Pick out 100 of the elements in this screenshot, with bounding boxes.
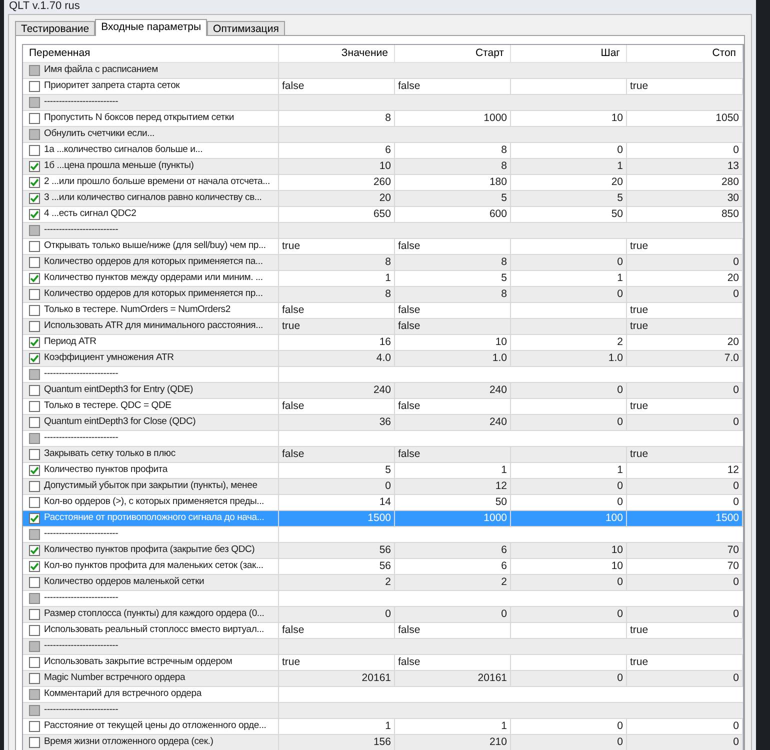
table-row[interactable]: ------------------------- [23, 591, 743, 607]
tab[interactable]: Тестирование [15, 21, 96, 35]
table-cell-text: 20 [727, 270, 739, 286]
parameter-label: Коэффициент умножения ATR [44, 351, 174, 366]
checkbox[interactable] [29, 161, 40, 172]
table-row[interactable]: Использовать реальный стоплосс вместо виртуал... false false true [23, 623, 743, 639]
table-row[interactable]: ------------------------- [23, 639, 743, 655]
table-row[interactable]: Комментарий для встречного ордера [23, 687, 743, 703]
table-cell-text: 0 [733, 254, 739, 270]
checkbox[interactable] [29, 113, 40, 124]
table-row[interactable]: Кол-во ордеров (>), с которых применяется преды... 14 50 0 0 [23, 495, 743, 511]
table-cell-text: 56 [379, 542, 391, 558]
table-row[interactable]: 1а ...количество сигналов больше и... 6 8 0 0 [23, 143, 743, 159]
table-row[interactable]: Пропустить N боксов перед открытием сетки 8 1000 10 1050 [23, 111, 743, 127]
table-row[interactable]: Количество пунктов профита 5 1 1 12 [23, 463, 743, 479]
table-row[interactable]: Обнулить счетчики если... [23, 127, 743, 143]
checkbox[interactable] [29, 449, 40, 460]
table-cell-text: 50 [611, 206, 623, 222]
table-row[interactable]: Использовать ATR для минимального расстояния... true false true [23, 319, 743, 335]
checkbox[interactable] [29, 193, 40, 204]
checkbox[interactable] [29, 465, 40, 476]
table-cell-text: 0 [617, 670, 623, 686]
checkbox[interactable] [29, 417, 40, 428]
table-cell-text: 20 [379, 190, 391, 206]
checkbox[interactable] [29, 497, 40, 508]
table-row[interactable]: Период ATR 16 10 2 20 [23, 335, 743, 351]
table-cell-text: 1 [617, 158, 623, 174]
checkbox[interactable] [29, 401, 40, 412]
checkbox[interactable] [29, 609, 40, 620]
parameter-label: 1б ...цена прошла меньше (пункты) [44, 159, 194, 174]
parameter-label: Пропустить N боксов перед открытием сетки [44, 111, 234, 126]
checkbox[interactable] [29, 561, 40, 572]
checkbox[interactable] [29, 81, 40, 92]
column-header[interactable]: Старт [395, 45, 511, 62]
table-row[interactable]: Время жизни отложенного ордера (сек.) 156 210 0 0 [23, 735, 743, 750]
table-row[interactable]: Количество ордеров маленькой сетки 2 2 0 0 [23, 575, 743, 591]
table-cell-text: 240 [489, 382, 507, 398]
table-row[interactable]: Имя файла с расписанием [23, 63, 743, 79]
column-header[interactable]: Переменная [23, 45, 279, 62]
table-row[interactable]: 1б ...цена прошла меньше (пункты) 10 8 1 13 [23, 159, 743, 175]
table-row[interactable]: ------------------------- [23, 95, 743, 111]
checkbox[interactable] [29, 305, 40, 316]
checkbox[interactable] [29, 481, 40, 492]
column-header[interactable]: Стоп [627, 45, 743, 62]
table-cell-text: 0 [501, 606, 507, 622]
checkbox[interactable] [29, 177, 40, 188]
checkbox[interactable] [29, 337, 40, 348]
table-row[interactable]: ------------------------- [23, 223, 743, 239]
checkbox[interactable] [29, 273, 40, 284]
table-row[interactable]: ------------------------- [23, 703, 743, 719]
table-cell-text: 0 [617, 142, 623, 158]
table-row[interactable]: Открывать только выше/ниже (для sell/buy) чем пр... true false true [23, 239, 743, 255]
table-row[interactable]: 4 ...есть сигнал QDC2 650 600 50 850 [23, 207, 743, 223]
checkbox[interactable] [29, 209, 40, 220]
table-cell-text: 0 [733, 494, 739, 510]
checkbox[interactable] [29, 513, 40, 524]
tab[interactable]: Оптимизация [207, 21, 285, 35]
table-row[interactable]: Количество пунктов между ордерами или миним. ... 1 5 1 20 [23, 271, 743, 287]
checkbox[interactable] [29, 673, 40, 684]
table-row[interactable]: Использовать закрытие встречным ордером true false true [23, 655, 743, 671]
table-row[interactable]: Quantum eintDepth3 for Entry (QDE) 240 240 0 0 [23, 383, 743, 399]
table-row[interactable]: Quantum eintDepth3 for Close (QDC) 36 240 0 0 [23, 415, 743, 431]
checkbox[interactable] [29, 737, 40, 748]
table-row[interactable]: Magic Number встречного ордера 20161 20161 0 0 [23, 671, 743, 687]
table-row[interactable]: Кол-во пунктов профита для маленьких сеток (зак... 56 6 10 70 [23, 559, 743, 575]
checkbox[interactable] [29, 625, 40, 636]
checkbox[interactable] [29, 241, 40, 252]
table-row[interactable]: Закрывать сетку только в плюс false false true [23, 447, 743, 463]
checkbox[interactable] [29, 321, 40, 332]
table-row[interactable]: Количество пунктов профита (закрытие без QDC) 56 6 10 70 [23, 543, 743, 559]
checkbox[interactable] [29, 385, 40, 396]
table-row[interactable]: Только в тестере. QDC = QDE false false true [23, 399, 743, 415]
checkbox[interactable] [29, 545, 40, 556]
checkbox[interactable] [29, 577, 40, 588]
table-row[interactable]: 3 ...или количество сигналов равно количеству св... 20 5 5 30 [23, 191, 743, 207]
table-row[interactable]: Количество ордеров для которых применяется па... 8 8 0 0 [23, 255, 743, 271]
table-row[interactable]: Допустимый убыток при закрытии (пункты), менее 0 12 0 0 [23, 479, 743, 495]
checkbox[interactable] [29, 289, 40, 300]
column-header[interactable]: Значение [279, 45, 395, 62]
tab[interactable]: Входные параметры [95, 19, 208, 36]
table-row[interactable]: ------------------------- [23, 367, 743, 383]
table-row[interactable]: ------------------------- [23, 431, 743, 447]
checkbox[interactable] [29, 657, 40, 668]
table-row[interactable]: Размер стоплосса (пункты) для каждого ордера (0... 0 0 0 0 [23, 607, 743, 623]
table-row[interactable]: Только в тестере. NumOrders = NumOrders2 false false true [23, 303, 743, 319]
checkbox[interactable] [29, 257, 40, 268]
checkbox[interactable] [29, 721, 40, 732]
disabled-checkbox [29, 129, 40, 140]
table-row[interactable]: ------------------------- [23, 527, 743, 543]
table-cell-text: 0 [733, 478, 739, 494]
table-cell-text: 1500 [716, 510, 739, 526]
table-row[interactable]: Коэффициент умножения ATR 4.0 1.0 1.0 7.0 [23, 351, 743, 367]
table-row[interactable]: 2 ...или прошло больше времени от начала отсчета... 260 180 20 280 [23, 175, 743, 191]
column-header[interactable]: Шаг [511, 45, 627, 62]
checkbox[interactable] [29, 145, 40, 156]
parameter-label: Приоритет запрета старта сеток [44, 79, 180, 94]
table-row[interactable]: Приоритет запрета старта сеток false false true [23, 79, 743, 95]
checkbox[interactable] [29, 353, 40, 364]
table-row[interactable]: Расстояние от текущей цены до отложенного орде... 1 1 0 0 [23, 719, 743, 735]
table-row[interactable]: Количество ордеров для которых применяется пр... 8 8 0 0 [23, 287, 743, 303]
